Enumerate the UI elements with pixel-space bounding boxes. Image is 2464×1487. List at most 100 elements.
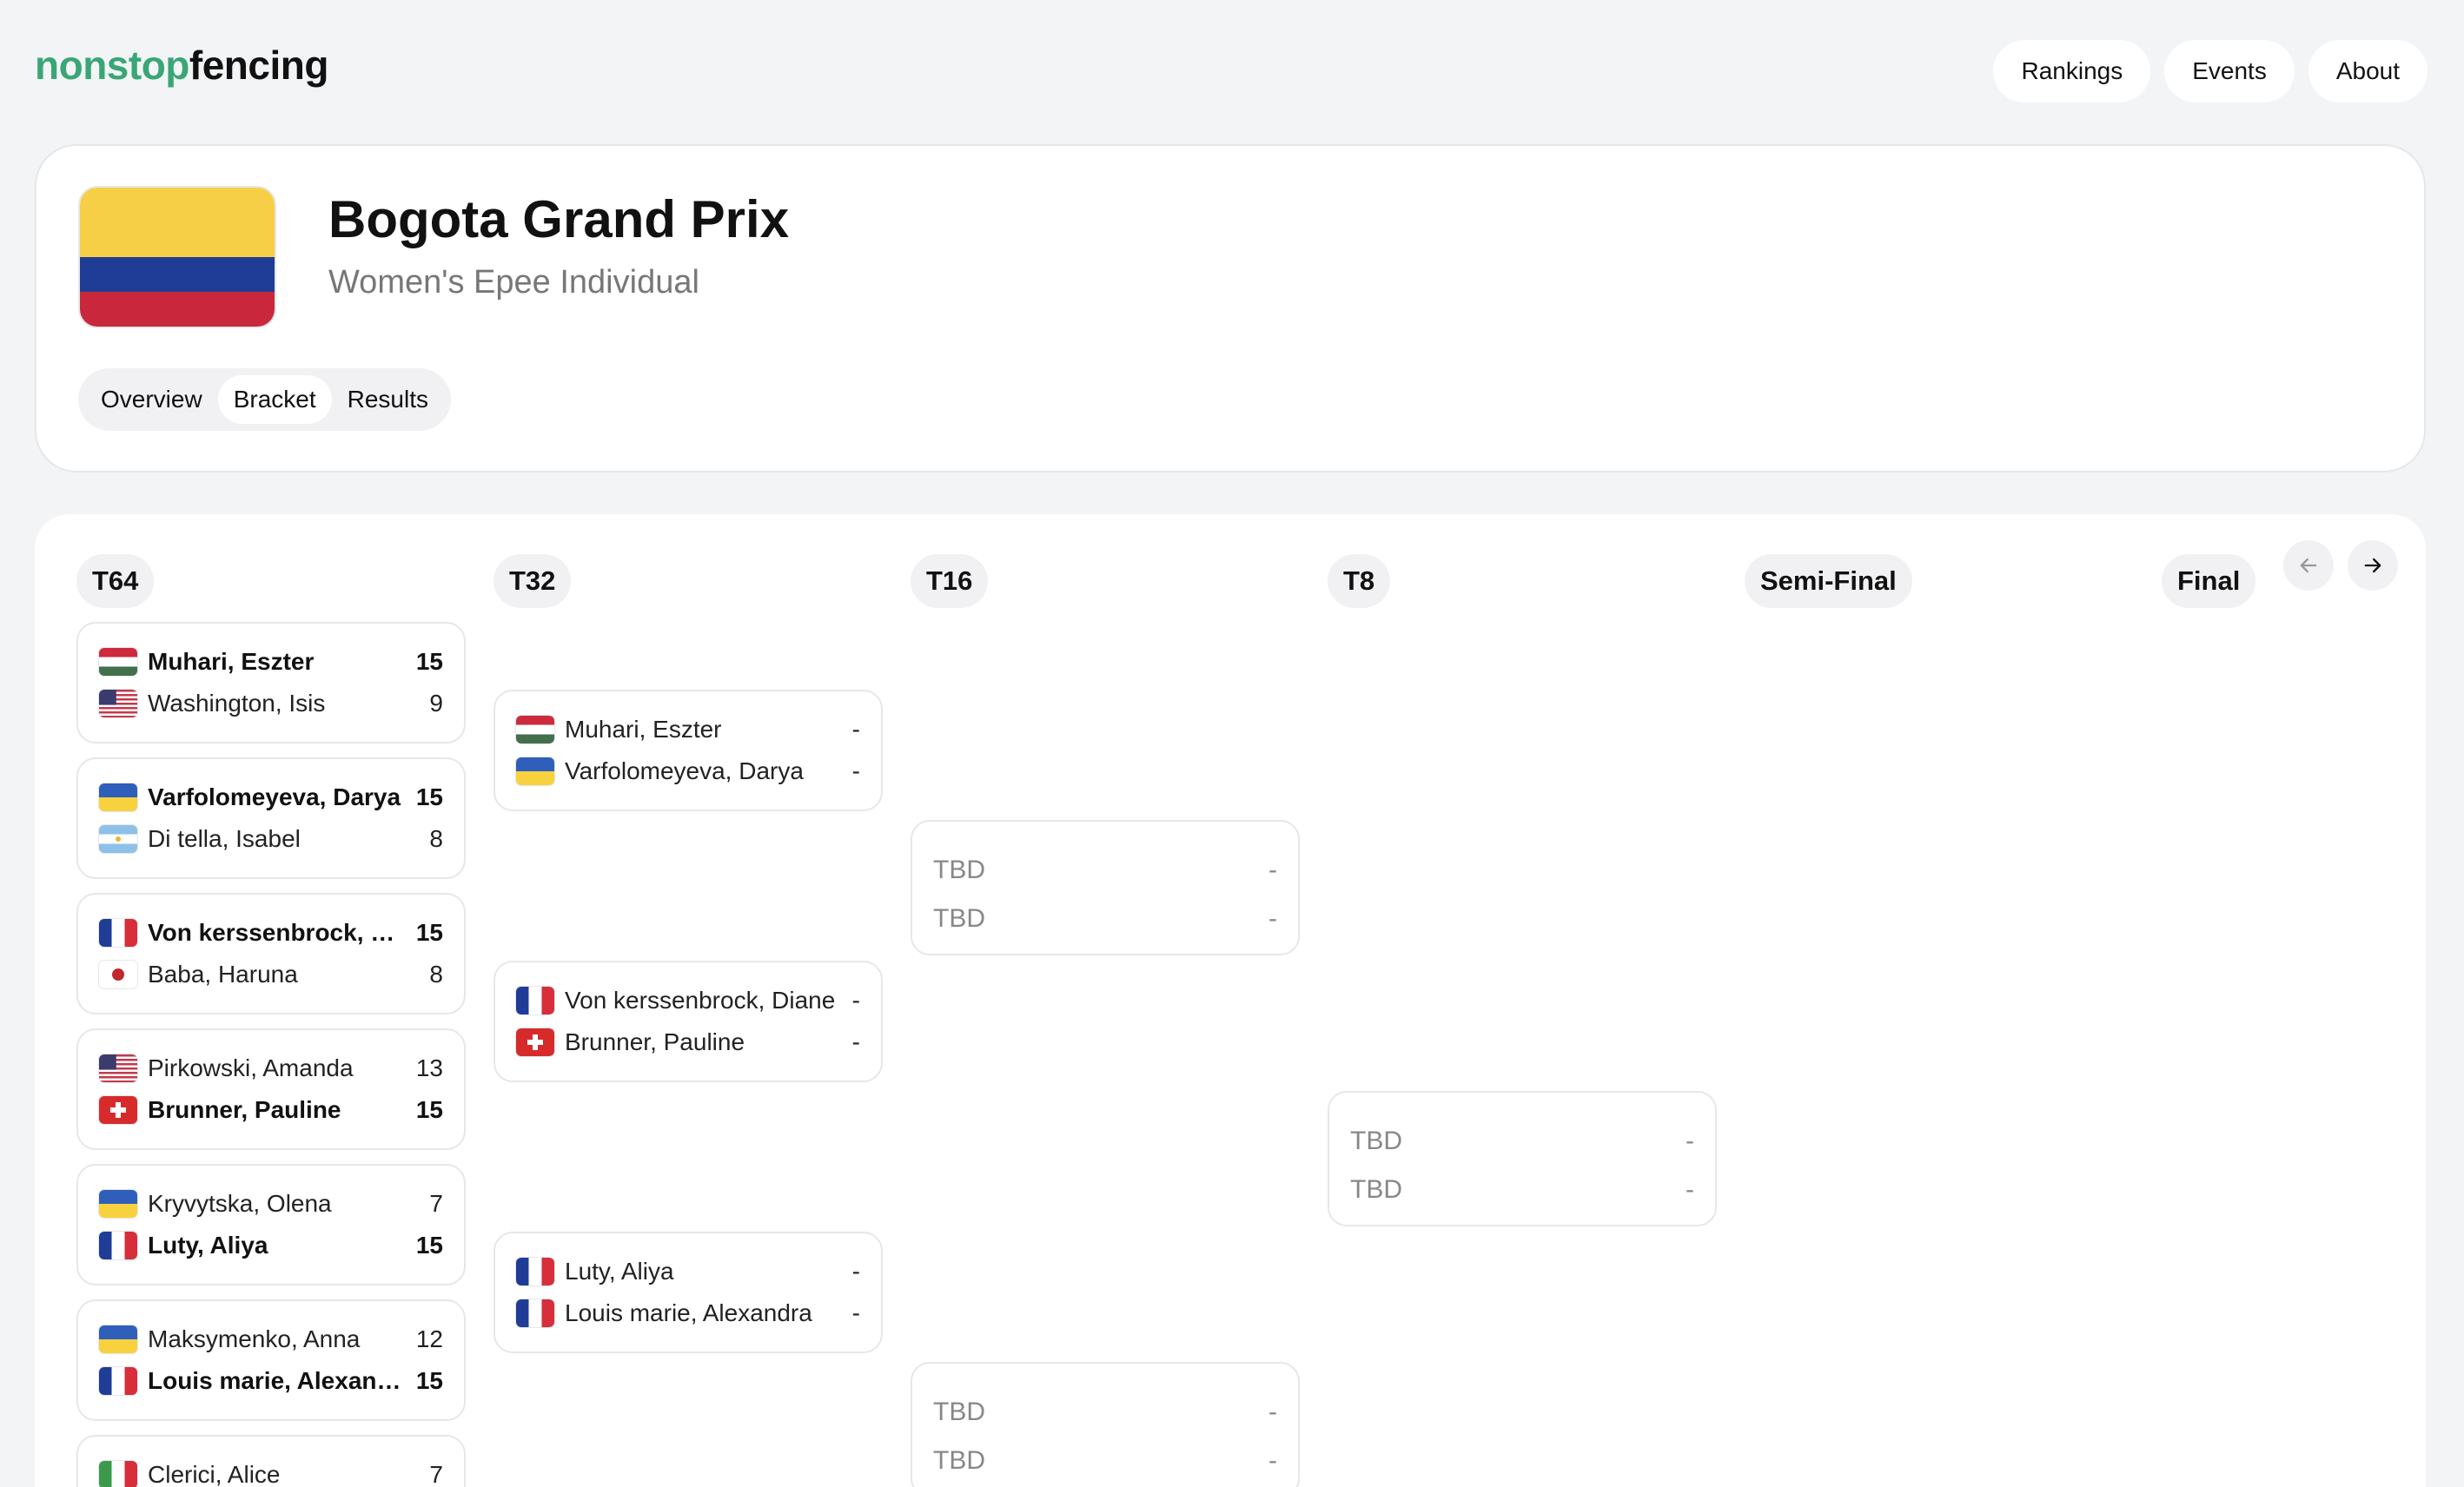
japan-flag-icon: [99, 961, 137, 988]
italy-flag-icon: [99, 1461, 137, 1487]
france-flag-icon: [99, 1367, 137, 1395]
round-label-t16: T16: [911, 554, 989, 608]
match-t64-5[interactable]: Kryvytska, Olena 7 Luty, Aliya 15: [76, 1164, 466, 1285]
fencer-name: Maksymenko, Anna: [148, 1325, 361, 1352]
match-t32-3[interactable]: Luty, Aliya - Louis marie, Alexandra -: [493, 1232, 883, 1353]
fencer-score: 8: [429, 961, 443, 988]
fencer-row: Brunner, Pauline 15: [99, 1089, 443, 1131]
fencer-row: Luty, Aliya -: [516, 1251, 860, 1292]
france-flag-icon: [99, 1232, 137, 1259]
fencer-score: -: [851, 716, 860, 743]
fencer-row: Washington, Isis 9: [99, 683, 443, 724]
nav-events-button[interactable]: Events: [2164, 40, 2295, 102]
match-t64-4[interactable]: Pirkowski, Amanda 13 Brunner, Pauline 15: [76, 1028, 466, 1150]
match-t16-1[interactable]: TBD - TBD -: [911, 820, 1300, 955]
fencer-row: Von kerssenbrock, Diane -: [516, 980, 860, 1021]
hungary-flag-icon: [99, 648, 137, 676]
round-label-t64: T64: [76, 554, 155, 608]
fencer-name: Luty, Aliya: [565, 1258, 674, 1285]
match-t64-7[interactable]: Clerici, Alice 7: [76, 1435, 466, 1487]
fencer-score: -: [1268, 1446, 1277, 1475]
tab-results[interactable]: Results: [332, 375, 444, 424]
fencer-score: -: [851, 1258, 860, 1285]
hungary-flag-icon: [516, 716, 554, 744]
fencer-row: Louis marie, Alexandra 15: [99, 1360, 443, 1402]
top-nav: Rankings Events About: [1993, 40, 2428, 102]
match-t32-2[interactable]: Von kerssenbrock, Diane - Brunner, Pauli…: [493, 961, 883, 1082]
fencer-score: 15: [415, 648, 443, 675]
fencer-row: Muhari, Eszter 15: [99, 641, 443, 683]
arrow-left-icon: [2300, 558, 2317, 573]
match-t64-6[interactable]: Maksymenko, Anna 12 Louis marie, Alexand…: [76, 1299, 466, 1421]
tab-bracket[interactable]: Bracket: [217, 375, 332, 424]
fencer-score: 8: [429, 825, 443, 852]
fencer-score: -: [1268, 1398, 1277, 1426]
fencer-score: -: [1686, 1127, 1694, 1155]
match-t32-1[interactable]: Muhari, Eszter - Varfolomeyeva, Darya -: [493, 690, 883, 811]
fencer-name: Baba, Haruna: [148, 961, 298, 988]
fencer-row: Muhari, Eszter -: [516, 709, 860, 750]
site-logo[interactable]: nonstopfencing: [35, 42, 328, 89]
fencer-name: TBD: [933, 1398, 985, 1426]
fencer-score: 7: [429, 1190, 443, 1217]
fencer-name: TBD: [1350, 1175, 1402, 1204]
france-flag-icon: [99, 919, 137, 947]
fencer-name: Washington, Isis: [148, 690, 326, 717]
fencer-name: Von kerssenbrock, Diane: [565, 987, 836, 1014]
event-tabs: Overview Bracket Results: [78, 368, 452, 431]
fencer-row: TBD -: [933, 1437, 1277, 1485]
fencer-score: 7: [429, 1461, 443, 1487]
fencer-score: -: [851, 1028, 860, 1055]
fencer-row: TBD -: [933, 846, 1277, 895]
nav-about-button[interactable]: About: [2308, 40, 2428, 102]
arrow-right-icon: [2364, 558, 2381, 573]
fencer-score: -: [851, 757, 860, 784]
fencer-name: TBD: [933, 1446, 985, 1475]
logo-part-fencing: fencing: [189, 43, 329, 88]
nav-rankings-button[interactable]: Rankings: [1993, 40, 2151, 102]
fencer-score: 9: [429, 690, 443, 717]
fencer-row: TBD -: [933, 895, 1277, 943]
colombia-flag-icon: [80, 188, 275, 327]
fencer-row: Von kerssenbrock, Diane 15: [99, 912, 443, 954]
fencer-row: TBD -: [933, 1388, 1277, 1437]
fencer-row: Pirkowski, Amanda 13: [99, 1048, 443, 1089]
fencer-name: Kryvytska, Olena: [148, 1190, 332, 1217]
fencer-row: Brunner, Pauline -: [516, 1021, 860, 1063]
fencer-score: 15: [415, 919, 443, 946]
match-t16-2[interactable]: TBD - TBD -: [911, 1362, 1300, 1487]
france-flag-icon: [516, 1299, 554, 1327]
round-label-t8: T8: [1328, 554, 1391, 608]
fencer-row: Kryvytska, Olena 7: [99, 1183, 443, 1225]
logo-part-nonstop: nonstop: [35, 43, 189, 88]
fencer-score: -: [851, 987, 860, 1014]
match-t8-1[interactable]: TBD - TBD -: [1328, 1091, 1717, 1226]
ukraine-flag-icon: [516, 757, 554, 785]
bracket-panel: T64 T32 T16 T8 Semi-Final Final Muhari, …: [35, 514, 2426, 1487]
fencer-name: Pirkowski, Amanda: [148, 1054, 354, 1081]
event-subtitle: Women's Epee Individual: [328, 264, 699, 301]
bracket-next-button[interactable]: [2348, 540, 2398, 591]
fencer-name: Varfolomeyeva, Darya: [148, 783, 401, 810]
switzerland-flag-icon: [99, 1096, 137, 1124]
fencer-row: Varfolomeyeva, Darya 15: [99, 777, 443, 818]
match-t64-2[interactable]: Varfolomeyeva, Darya 15 Di tella, Isabel…: [76, 757, 466, 879]
switzerland-flag-icon: [516, 1028, 554, 1056]
fencer-name: Muhari, Eszter: [148, 648, 315, 675]
tab-overview[interactable]: Overview: [85, 375, 218, 424]
match-t64-1[interactable]: Muhari, Eszter 15 Washington, Isis 9: [76, 622, 466, 744]
fencer-name: Louis marie, Alexandra: [565, 1299, 812, 1326]
fencer-row: Louis marie, Alexandra -: [516, 1292, 860, 1334]
event-title: Bogota Grand Prix: [328, 190, 790, 248]
fencer-name: Clerici, Alice: [148, 1461, 281, 1487]
france-flag-icon: [516, 987, 554, 1014]
bracket-prev-button[interactable]: [2283, 540, 2334, 591]
round-label-semi-final: Semi-Final: [1745, 554, 1912, 608]
fencer-row: Baba, Haruna 8: [99, 954, 443, 995]
fencer-name: TBD: [933, 904, 985, 933]
fencer-name: Von kerssenbrock, Diane: [148, 919, 409, 946]
france-flag-icon: [516, 1258, 554, 1285]
fencer-row: Clerici, Alice 7: [99, 1454, 443, 1487]
ukraine-flag-icon: [99, 1325, 137, 1353]
match-t64-3[interactable]: Von kerssenbrock, Diane 15 Baba, Haruna …: [76, 893, 466, 1014]
